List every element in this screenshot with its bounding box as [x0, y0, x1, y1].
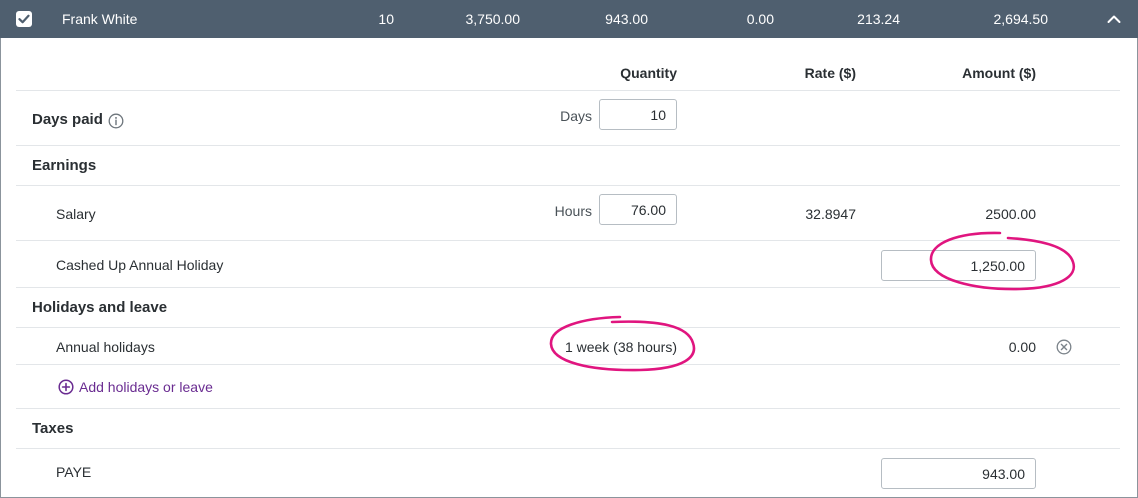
- employee-gross: 3,750.00: [465, 11, 521, 27]
- employee-days: 10: [378, 11, 394, 27]
- divider: [16, 240, 1120, 241]
- checkmark-icon: [18, 14, 30, 24]
- column-header-amount: Amount ($): [962, 65, 1036, 81]
- days-paid-input[interactable]: [599, 99, 677, 130]
- info-icon[interactable]: [108, 113, 124, 129]
- cashed-up-holiday-amount-input[interactable]: [881, 250, 1036, 281]
- days-paid-label: Days paid: [32, 111, 103, 128]
- employee-name[interactable]: Frank White: [62, 11, 137, 27]
- add-holidays-or-leave-link[interactable]: Add holidays or leave: [79, 378, 213, 396]
- hours-unit-label: Hours: [554, 203, 592, 219]
- divider: [16, 364, 1120, 365]
- days-unit-label: Days: [560, 108, 592, 124]
- divider: [16, 90, 1120, 91]
- employee-deductions: 0.00: [746, 11, 774, 27]
- employee-super: 213.24: [857, 11, 900, 27]
- employee-paye: 943.00: [605, 11, 648, 27]
- paye-amount-input[interactable]: [881, 458, 1036, 489]
- salary-rate: 32.8947: [805, 206, 856, 222]
- salary-label: Salary: [56, 206, 96, 222]
- annual-holidays-label: Annual holidays: [56, 339, 155, 355]
- divider: [16, 327, 1120, 328]
- select-checkbox[interactable]: [16, 11, 32, 27]
- add-circle-plus-icon[interactable]: [58, 379, 74, 395]
- employee-net: 2,694.50: [993, 11, 1049, 27]
- divider: [16, 287, 1120, 288]
- column-header-quantity: Quantity: [620, 65, 677, 81]
- taxes-section-title: Taxes: [32, 420, 74, 437]
- holidays-section-title: Holidays and leave: [32, 299, 168, 316]
- salary-hours-input[interactable]: [599, 194, 677, 225]
- salary-amount: 2500.00: [985, 206, 1036, 222]
- annual-holidays-quantity: 1 week (38 hours): [564, 339, 677, 355]
- divider: [16, 145, 1120, 146]
- employee-summary-row[interactable]: Frank White 10 3,750.00 943.00 0.00 213.…: [0, 0, 1138, 38]
- collapse-chevron-up-icon[interactable]: [1106, 12, 1122, 26]
- divider: [16, 448, 1120, 449]
- remove-circle-x-icon[interactable]: [1056, 339, 1072, 355]
- divider: [16, 408, 1120, 409]
- column-header-rate: Rate ($): [804, 65, 856, 81]
- paye-label: PAYE: [56, 464, 92, 480]
- earnings-section-title: Earnings: [32, 157, 97, 174]
- divider: [16, 185, 1120, 186]
- cashed-up-holiday-label: Cashed Up Annual Holiday: [56, 257, 224, 273]
- annual-holidays-amount: 0.00: [1008, 339, 1036, 355]
